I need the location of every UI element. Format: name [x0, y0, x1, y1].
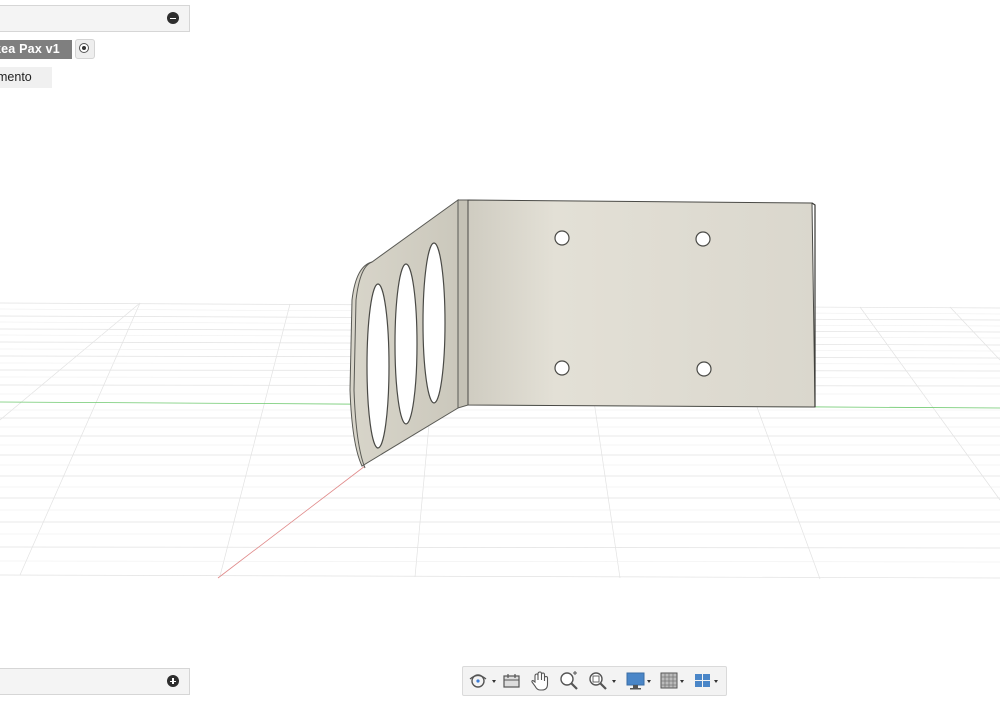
browser-sub-item[interactable]: mento — [0, 67, 52, 88]
expand-panel-button[interactable] — [167, 675, 179, 687]
look-at-button[interactable] — [501, 670, 523, 692]
viewports-icon — [695, 674, 718, 687]
pan-button[interactable] — [529, 670, 551, 692]
mount-hole-1 — [554, 230, 570, 246]
comments-panel — [0, 668, 190, 695]
grid-snaps-button[interactable] — [659, 670, 689, 692]
bend-edge — [457, 199, 469, 409]
activate-radio-icon[interactable] — [75, 39, 95, 59]
component-name[interactable]: kea Pax v1 — [0, 40, 72, 59]
display-settings-icon — [626, 672, 651, 690]
fit-zoom-icon — [589, 672, 616, 690]
navigation-toolbar — [462, 666, 727, 696]
bracket-part[interactable] — [349, 199, 816, 469]
look-at-icon — [503, 674, 520, 688]
orbit-button[interactable] — [467, 670, 497, 692]
mount-hole-4 — [696, 361, 712, 377]
viewports-button[interactable] — [693, 670, 723, 692]
3d-viewport[interactable] — [0, 0, 1000, 705]
display-settings-button[interactable] — [625, 670, 655, 692]
zoom-button[interactable] — [558, 670, 580, 692]
grid-snaps-icon — [660, 672, 684, 689]
mount-hole-2 — [695, 231, 711, 247]
flange-slot-2 — [394, 263, 418, 425]
browser-panel — [0, 5, 190, 32]
flange-slot-1 — [366, 283, 390, 449]
fit-zoom-button[interactable] — [587, 670, 623, 692]
flange-slot-3 — [422, 242, 446, 404]
mount-hole-3 — [554, 360, 570, 376]
orbit-icon — [469, 674, 496, 688]
collapse-panel-button[interactable] — [167, 12, 179, 24]
pan-hand-icon — [531, 671, 549, 691]
main-face — [467, 199, 816, 408]
zoom-icon — [560, 671, 578, 690]
